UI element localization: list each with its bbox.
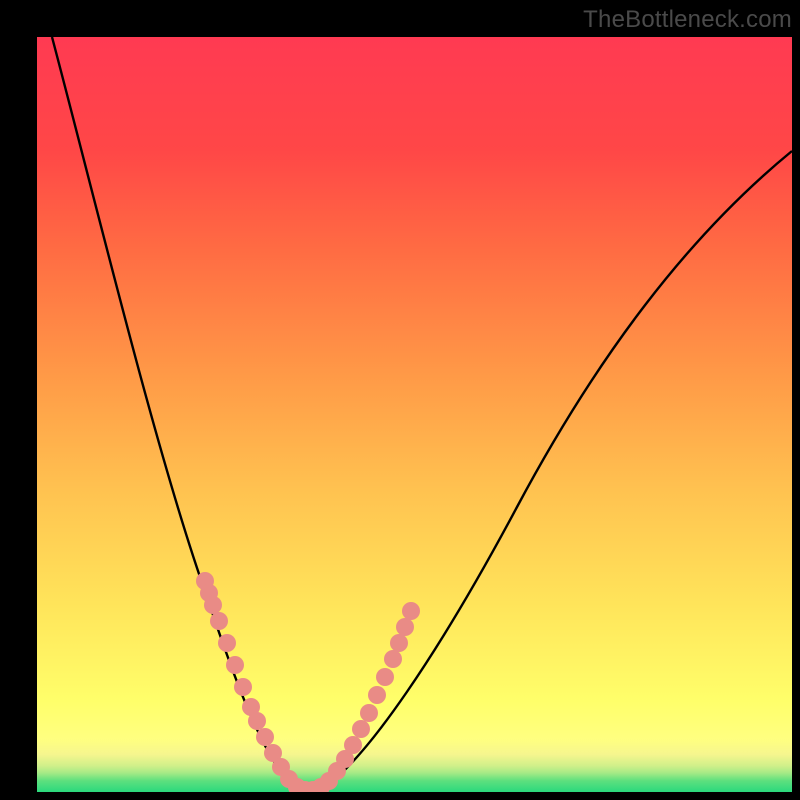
highlight-dots	[196, 572, 420, 792]
bottleneck-curve	[52, 37, 792, 792]
chart-frame: TheBottleneck.com	[0, 0, 800, 800]
watermark-text: TheBottleneck.com	[583, 6, 792, 34]
curve-layer	[37, 37, 792, 792]
plot-area	[37, 37, 792, 792]
